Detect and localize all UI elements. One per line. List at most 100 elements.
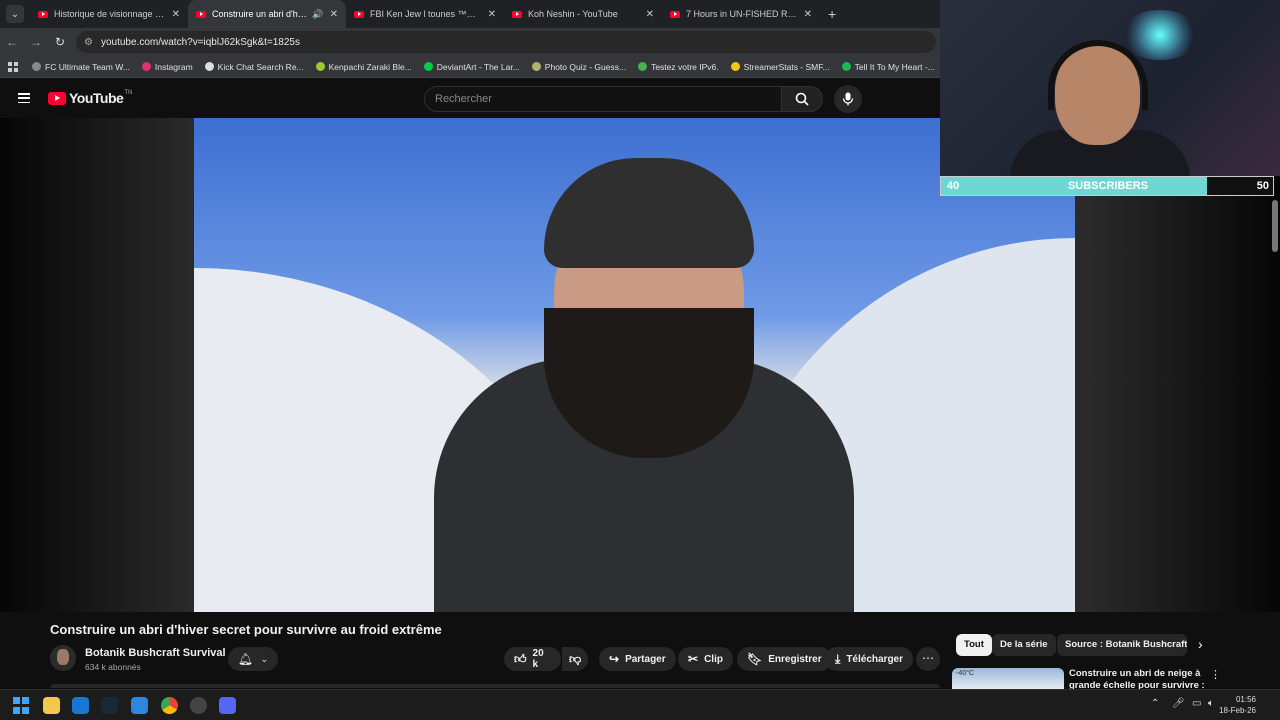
save-button[interactable]: 🔖︎ Enregistrer (737, 647, 832, 671)
bookmark-label: DeviantArt - The Lar... (436, 61, 520, 72)
network-icon[interactable]: ▭ (1192, 698, 1201, 709)
youtube-logo[interactable]: YouTube TN (48, 90, 132, 106)
scrollbar-thumb[interactable] (1272, 200, 1278, 252)
site-settings-icon[interactable]: ⚙ (84, 37, 93, 48)
chip-source[interactable]: Source : Botanik Bushcraft S (1057, 634, 1187, 656)
youtube-favicon-icon (512, 10, 522, 18)
chip-all[interactable]: Tout (956, 634, 992, 656)
bookmark-favicon-icon (315, 62, 325, 71)
obs-icon[interactable] (190, 697, 207, 714)
thumbs-up-icon: 👍︎ (514, 651, 527, 666)
download-button[interactable]: ⤓ Télécharger (825, 647, 914, 671)
clip-button[interactable]: ✂ Clip (678, 647, 733, 671)
share-label: Partager (625, 653, 666, 665)
discord-icon[interactable] (219, 697, 236, 714)
tab-search-button[interactable]: ⌄ (6, 5, 24, 23)
windows-start-icon[interactable] (13, 697, 30, 714)
chevron-right-icon[interactable]: › (1198, 636, 1203, 652)
url-field[interactable]: ⚙ youtube.com/watch?v=iqblJ62kSgk&t=1825s (76, 31, 936, 53)
bookmark-favicon-icon (841, 62, 851, 71)
chevron-down-icon: ⌄ (260, 653, 269, 664)
bookmark-item[interactable]: DeviantArt - The Lar... (423, 61, 520, 72)
reload-icon[interactable]: ↻ (48, 35, 72, 49)
save-label: Enregistrer (768, 653, 822, 665)
tab-koh-neshin[interactable]: Koh Neshin - YouTube ✕ (504, 0, 662, 28)
file-explorer-icon[interactable] (43, 697, 60, 714)
logo-country: TN (124, 90, 133, 96)
system-clock[interactable]: 01:56 18-Feb-26 (1219, 694, 1256, 716)
search-input[interactable]: Rechercher (424, 86, 782, 112)
more-dots-icon: ⋯ (922, 651, 934, 665)
tab-title: Koh Neshin - YouTube (528, 9, 618, 19)
microphone-icon (842, 92, 854, 106)
download-icon: ⤓ (835, 651, 841, 666)
bookmark-icon: 🔖︎ (747, 652, 763, 666)
speaker-icon[interactable]: 🔊 (312, 9, 323, 20)
bookmark-item[interactable]: Photo Quiz - Guess... (531, 61, 627, 72)
bookmark-item[interactable]: Kenpachi Zaraki Ble... (315, 61, 412, 72)
notification-bell-button[interactable]: 🔔︎ ⌄ (228, 647, 278, 671)
bookmark-item[interactable]: Testez votre IPv6. (638, 62, 719, 72)
bookmark-favicon-icon (141, 62, 151, 71)
kebab-menu-icon[interactable]: ⋮ (1210, 668, 1221, 681)
forward-arrow-icon[interactable]: → (24, 35, 48, 49)
chip-series[interactable]: De la série (992, 634, 1056, 656)
tab-reef[interactable]: 7 Hours in UN-FISHED Reef Ho ✕ (662, 0, 820, 28)
close-icon[interactable]: ✕ (646, 9, 654, 20)
bookmark-item[interactable]: Instagram (141, 62, 193, 72)
bookmark-item[interactable]: FC Ultimate Team W... (32, 62, 130, 72)
tray-chevron-icon[interactable]: ⌃ (1151, 698, 1159, 709)
like-button[interactable]: 👍︎ 20 k (504, 647, 561, 671)
channel-avatar[interactable] (50, 645, 76, 671)
subscriber-goal: 50 (1256, 180, 1269, 192)
dislike-button[interactable]: 👎︎ (562, 647, 588, 671)
subscriber-label: SUBSCRIBERS (1067, 180, 1149, 192)
subscriber-goal-bar: 40 SUBSCRIBERS 50 (940, 176, 1274, 196)
related-video-thumbnail[interactable]: -40°C (952, 668, 1064, 690)
download-label: Télécharger (846, 653, 904, 665)
tab-history[interactable]: Historique de visionnage - YouT ✕ (30, 0, 188, 28)
bookmark-favicon-icon (423, 62, 433, 71)
battle-net-icon[interactable] (131, 697, 148, 714)
close-icon[interactable]: ✕ (804, 9, 812, 20)
related-video-title[interactable]: Construire un abri de neige à grande éch… (1069, 668, 1209, 690)
new-tab-plus-icon[interactable]: + (828, 6, 836, 22)
channel-name[interactable]: Botanik Bushcraft Survival (85, 647, 226, 659)
bookmark-item[interactable]: Kick Chat Search Re... (204, 61, 304, 72)
video-title: Construire un abri d'hiver secret pour s… (50, 622, 442, 637)
logo-text: YouTube (69, 90, 124, 106)
bookmark-label: Kick Chat Search Re... (217, 61, 304, 72)
search-button[interactable] (781, 86, 823, 112)
share-button[interactable]: ↪ Partager (599, 647, 676, 671)
bookmark-item[interactable]: Tell It To My Heart -... (841, 61, 935, 72)
tray-mic-icon[interactable]: 🎤︎ (1172, 698, 1185, 709)
youtube-favicon-icon (670, 10, 680, 18)
outlook-icon[interactable] (72, 697, 89, 714)
bookmark-item[interactable]: StreamerStats - SMF... (730, 62, 830, 72)
address-bar-row: ← → ↻ ⚙ youtube.com/watch?v=iqblJ62kSgk&t… (0, 28, 940, 56)
clock-time: 01:56 (1235, 695, 1256, 704)
bookmark-label: FC Ultimate Team W... (45, 61, 130, 72)
close-icon[interactable]: ✕ (172, 9, 180, 20)
bookmark-favicon-icon (638, 62, 648, 71)
close-icon[interactable]: ✕ (330, 9, 338, 20)
clip-label: Clip (704, 653, 723, 665)
browser-tab-bar: ⌄ Historique de visionnage - YouT ✕ Const… (0, 0, 940, 28)
bookmark-label: Tell It To My Heart -... (854, 61, 935, 72)
description-box[interactable] (50, 684, 940, 688)
chrome-icon[interactable] (161, 697, 178, 714)
voice-search-button[interactable] (834, 85, 862, 113)
tab-fbi[interactable]: FBI Ken Jew l tounes ™😂😂 ✕ (346, 0, 504, 28)
bookmark-label: Kenpachi Zaraki Ble... (328, 61, 412, 72)
bookmark-label: Photo Quiz - Guess... (544, 61, 627, 72)
apps-grid-icon[interactable] (8, 61, 18, 72)
close-icon[interactable]: ✕ (488, 9, 496, 20)
url-text: youtube.com/watch?v=iqblJ62kSgk&t=1825s (100, 36, 300, 48)
tab-current-video[interactable]: Construire un abri d'hiver s 🔊 ✕ (188, 0, 346, 28)
volume-icon[interactable]: 🔈︎ (1208, 698, 1214, 709)
more-actions-button[interactable]: ⋯ (916, 647, 940, 671)
back-arrow-icon[interactable]: ← (0, 35, 24, 49)
thumbnail-text: -40°C (956, 670, 974, 677)
steam-icon[interactable] (101, 697, 118, 714)
menu-hamburger-icon[interactable] (18, 93, 30, 103)
